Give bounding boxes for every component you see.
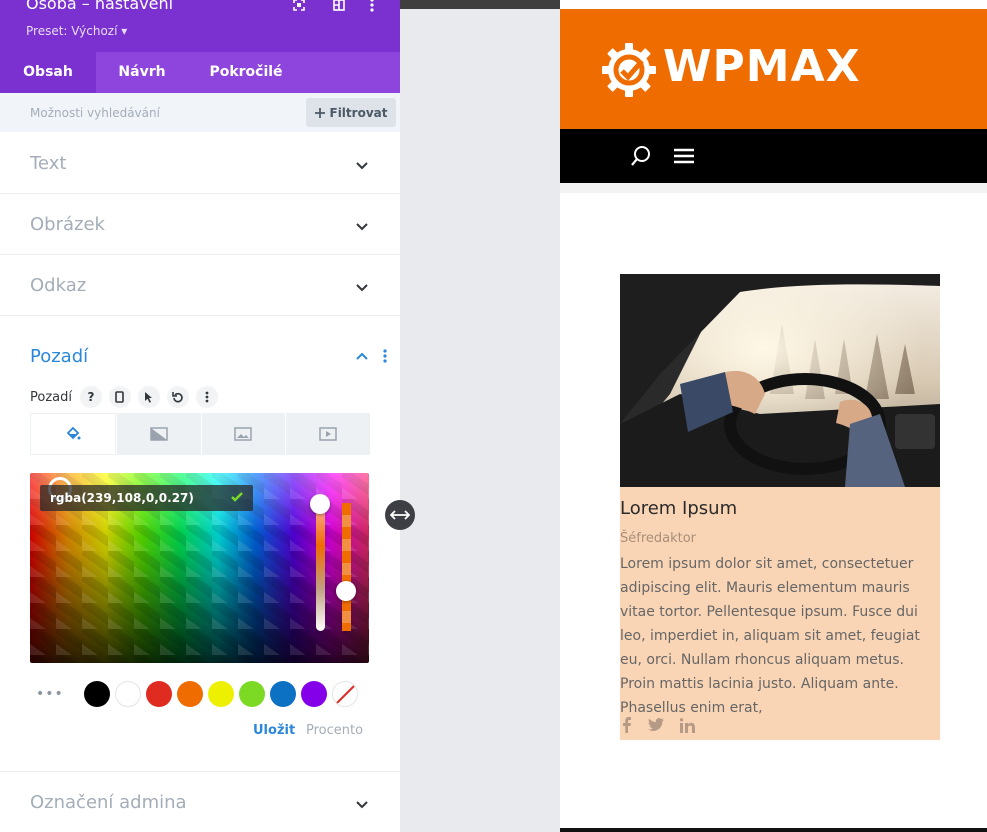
section-link-title: Odkaz	[30, 275, 87, 296]
bg-type-video-tab[interactable]	[286, 413, 370, 455]
background-type-tabs	[30, 413, 370, 455]
resize-handle[interactable]	[385, 500, 415, 530]
hue-slider-handle[interactable]	[310, 494, 330, 514]
more-options-icon[interactable]	[364, 0, 380, 12]
section-admin-label[interactable]: Označení admina	[0, 771, 400, 832]
tab-advanced[interactable]: Pokročilé	[188, 52, 304, 93]
site-navbar	[560, 129, 987, 183]
swatch-black[interactable]	[84, 681, 110, 707]
opacity-slider[interactable]	[342, 503, 351, 631]
color-picker[interactable]: rgba(239,108,0,0.27)	[30, 473, 369, 663]
horizontal-arrows-icon	[390, 510, 410, 520]
search-icon[interactable]	[630, 145, 652, 167]
swatch-blue[interactable]	[270, 681, 296, 707]
twitter-icon[interactable]	[648, 718, 664, 732]
chevron-down-icon	[356, 162, 368, 170]
plus-icon	[314, 107, 325, 118]
field-menu-icon[interactable]	[195, 386, 218, 408]
content-separator	[560, 183, 987, 193]
help-icon[interactable]: ?	[79, 386, 102, 408]
chevron-up-icon[interactable]	[354, 348, 370, 364]
swatch-white[interactable]	[115, 681, 141, 707]
tab-content[interactable]: Obsah	[0, 52, 96, 93]
section-admin-title: Označení admina	[30, 792, 187, 813]
site-logo[interactable]: WPMAX	[663, 41, 861, 92]
bg-type-gradient-tab[interactable]	[116, 413, 201, 455]
chevron-down-icon	[356, 284, 368, 292]
background-field-row: Pozadí ?	[30, 386, 225, 408]
person-module[interactable]: Lorem Ipsum Šéfredaktor Lorem ipsum dolo…	[620, 274, 940, 740]
panel-title: Osoba – nastavení	[26, 0, 174, 13]
swatch-yellow[interactable]	[208, 681, 234, 707]
section-text[interactable]: Text	[0, 133, 400, 194]
swatch-transparent[interactable]	[332, 681, 358, 707]
social-links	[622, 717, 695, 733]
color-swatches: •••	[30, 680, 370, 708]
swatch-orange[interactable]	[177, 681, 203, 707]
preset-dropdown[interactable]: Preset: Výchozí ▾	[26, 24, 127, 38]
save-color-button[interactable]: Uložit	[253, 723, 295, 738]
swatch-green[interactable]	[239, 681, 265, 707]
checkmark-icon[interactable]	[230, 490, 244, 504]
section-background-title[interactable]: Pozadí	[30, 346, 88, 367]
section-text-title: Text	[30, 153, 67, 174]
person-photo	[620, 274, 940, 487]
color-value-text: rgba(239,108,0,0.27)	[50, 491, 194, 505]
panel-tabs: Obsah Návrh Pokročilé	[0, 52, 400, 93]
responsive-icon[interactable]	[108, 386, 131, 408]
options-search-input[interactable]	[0, 93, 300, 132]
site-header: WPMAX	[560, 9, 987, 129]
color-value-box[interactable]: rgba(239,108,0,0.27)	[40, 485, 253, 511]
person-position: Šéfredaktor	[620, 531, 697, 546]
section-link[interactable]: Odkaz	[0, 255, 400, 316]
hover-cursor-icon[interactable]	[137, 386, 160, 408]
section-menu-icon[interactable]	[382, 349, 388, 363]
fullscreen-icon[interactable]	[291, 0, 307, 12]
percent-button[interactable]: Procento	[306, 723, 363, 738]
options-search-bar: Filtrovat	[0, 93, 400, 132]
video-icon	[319, 427, 337, 441]
reset-icon[interactable]	[166, 386, 189, 408]
split-view-icon[interactable]	[331, 0, 347, 12]
filter-button[interactable]: Filtrovat	[306, 98, 396, 127]
facebook-icon[interactable]	[622, 717, 632, 733]
settings-panel: Osoba – nastavení Preset: Výchozí ▾ Obsa…	[0, 0, 400, 832]
chevron-down-icon	[356, 223, 368, 231]
hue-slider[interactable]	[316, 503, 325, 631]
bg-type-color-tab[interactable]	[30, 413, 116, 455]
swatch-purple[interactable]	[301, 681, 327, 707]
more-swatches-icon[interactable]: •••	[30, 686, 66, 702]
panel-header: Osoba – nastavení Preset: Výchozí ▾	[0, 0, 400, 52]
logo-gear-icon	[602, 43, 656, 97]
tab-design[interactable]: Návrh	[96, 52, 188, 93]
bg-type-image-tab[interactable]	[201, 413, 286, 455]
preview-bottom-edge	[560, 828, 987, 832]
linkedin-icon[interactable]	[680, 717, 695, 733]
person-name: Lorem Ipsum	[620, 498, 738, 519]
gradient-icon	[149, 427, 168, 441]
person-bio: Lorem ipsum dolor sit amet, consectetuer…	[620, 556, 920, 716]
chevron-down-icon	[356, 801, 368, 809]
paint-bucket-icon	[66, 426, 81, 440]
section-image[interactable]: Obrázek	[0, 194, 400, 255]
opacity-slider-handle[interactable]	[336, 581, 356, 601]
hamburger-menu-icon[interactable]	[674, 148, 694, 164]
filter-label: Filtrovat	[329, 105, 388, 120]
section-image-title: Obrázek	[30, 214, 105, 235]
background-field-label: Pozadí	[30, 389, 72, 405]
swatch-red[interactable]	[146, 681, 172, 707]
image-icon	[234, 427, 253, 441]
